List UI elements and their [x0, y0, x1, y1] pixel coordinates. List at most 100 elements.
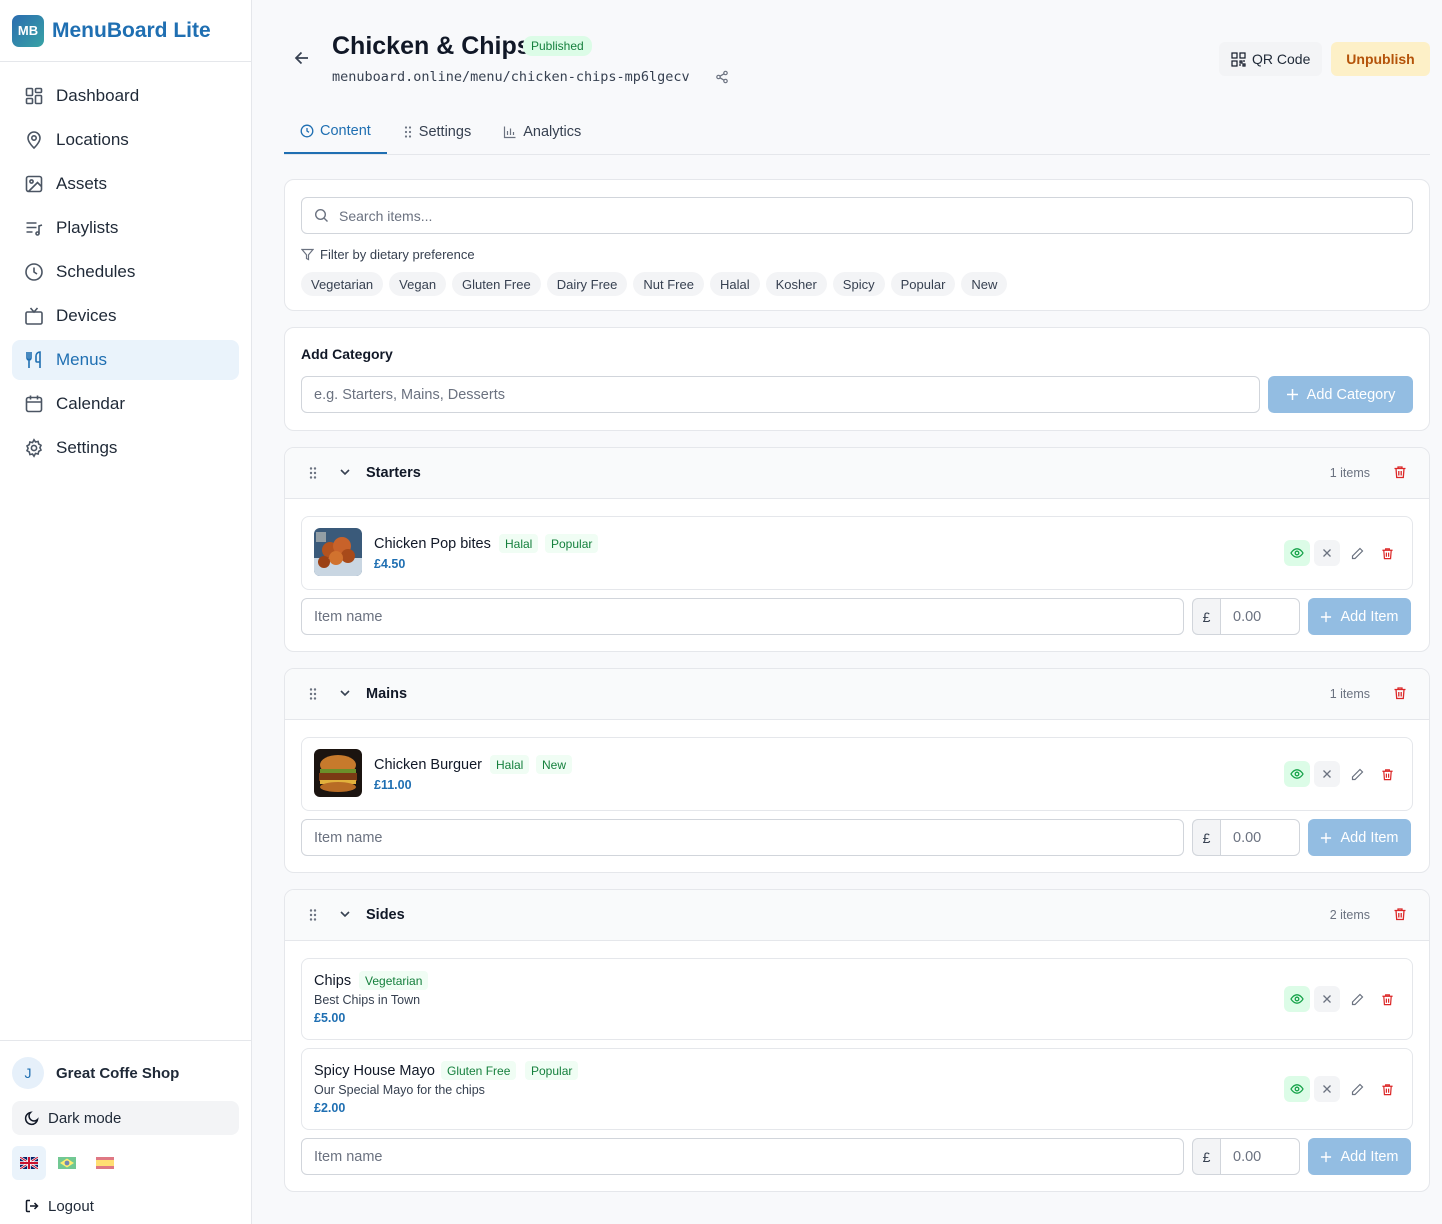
item-tag-gluten-free: Gluten Free	[441, 1061, 517, 1080]
sidebar: MB MenuBoard Lite Dashboard Locations As…	[0, 0, 252, 1224]
eye-icon[interactable]	[1284, 761, 1310, 787]
sidebar-item-schedules[interactable]: Schedules	[12, 252, 239, 292]
trash-icon[interactable]	[1374, 1076, 1400, 1102]
flag-brazil-button[interactable]	[50, 1146, 84, 1180]
filter-chip-spicy[interactable]: Spicy	[832, 272, 885, 296]
search-input[interactable]	[339, 207, 1339, 224]
add-category-button[interactable]: Add Category	[1268, 376, 1413, 413]
qr-code-label: QR Code	[1252, 51, 1311, 67]
filter-chip-vegan[interactable]: Vegan	[389, 272, 447, 296]
filter-chip-kosher[interactable]: Kosher	[765, 272, 827, 296]
sidebar-item-dashboard[interactable]: Dashboard	[12, 76, 239, 116]
add-item-button[interactable]: Add Item	[1308, 598, 1411, 635]
tab-content[interactable]: Content	[284, 110, 387, 154]
close-icon[interactable]	[1314, 761, 1340, 787]
share-icon[interactable]	[715, 70, 729, 84]
category-count: 1 items	[1329, 687, 1370, 701]
drag-handle-icon[interactable]	[308, 687, 318, 701]
tab-label: Settings	[418, 124, 472, 140]
item-name: Spicy House Mayo	[314, 1063, 435, 1079]
pencil-icon[interactable]	[1344, 986, 1370, 1012]
add-item-button[interactable]: Add Item	[1308, 819, 1411, 856]
item-tag-halal: Halal	[490, 755, 530, 774]
tab-bar: Content Settings Analytics	[284, 110, 1430, 155]
item-price: £5.00	[314, 1011, 346, 1025]
gear-icon	[24, 438, 44, 458]
filter-chip-popular[interactable]: Popular	[890, 272, 956, 296]
item-price: £11.00	[374, 778, 412, 792]
item-price-input[interactable]	[1220, 819, 1300, 856]
unpublish-button[interactable]: Unpublish	[1331, 42, 1430, 76]
main-content: Chicken & Chips Published menuboard.onli…	[284, 0, 1430, 1192]
trash-icon[interactable]	[1374, 761, 1400, 787]
tab-analytics[interactable]: Analytics	[487, 110, 597, 154]
menu-item[interactable]: Spicy House Mayo Gluten Free Popular Our…	[301, 1048, 1413, 1130]
eye-icon[interactable]	[1284, 1076, 1310, 1102]
item-price-input[interactable]	[1220, 598, 1300, 635]
flag-uk-button[interactable]	[12, 1146, 46, 1180]
sidebar-item-assets[interactable]: Assets	[12, 164, 239, 204]
eye-icon[interactable]	[1284, 540, 1310, 566]
filter-chip-halal[interactable]: Halal	[709, 272, 760, 296]
category-header: Starters 1 items	[285, 448, 1429, 499]
eye-icon[interactable]	[1284, 986, 1310, 1012]
add-item-button[interactable]: Add Item	[1308, 1138, 1411, 1175]
menu-item[interactable]: Chips Vegetarian Best Chips in Town £5.0…	[301, 958, 1413, 1040]
logout-button[interactable]: Logout	[12, 1191, 239, 1221]
item-price-input[interactable]	[1220, 1138, 1300, 1175]
playlist-icon	[24, 218, 44, 238]
sidebar-item-menus[interactable]: Menus	[12, 340, 239, 380]
item-name-input[interactable]	[301, 819, 1184, 856]
trash-icon[interactable]	[1374, 986, 1400, 1012]
category-count: 1 items	[1329, 466, 1370, 480]
delete-category-icon[interactable]	[1393, 907, 1407, 921]
close-icon[interactable]	[1314, 986, 1340, 1012]
category-name: Starters	[366, 465, 421, 481]
drag-handle-icon[interactable]	[308, 908, 318, 922]
add-item-label: Add Item	[1340, 608, 1399, 625]
sidebar-item-locations[interactable]: Locations	[12, 120, 239, 160]
filter-chip-dairy-free[interactable]: Dairy Free	[546, 272, 628, 296]
user-profile[interactable]: J Great Coffe Shop	[12, 1057, 239, 1089]
item-price: £2.00	[314, 1101, 346, 1115]
moon-icon	[24, 1110, 48, 1126]
category-name-input[interactable]	[301, 376, 1260, 413]
sidebar-item-calendar[interactable]: Calendar	[12, 384, 239, 424]
add-item-row: £ Add Item	[301, 819, 1411, 856]
flag-spain-button[interactable]	[88, 1146, 122, 1180]
pencil-icon[interactable]	[1344, 761, 1370, 787]
chevron-down-icon[interactable]	[339, 466, 351, 478]
chevron-down-icon[interactable]	[339, 908, 351, 920]
item-name-input[interactable]	[301, 1138, 1184, 1175]
language-switcher	[12, 1145, 239, 1181]
menu-item[interactable]: Chicken Burguer Halal New £11.00	[301, 737, 1413, 811]
delete-category-icon[interactable]	[1393, 686, 1407, 700]
back-arrow-icon[interactable]	[292, 48, 312, 68]
filter-chip-new[interactable]: New	[961, 272, 1008, 296]
drag-handle-icon[interactable]	[308, 466, 318, 480]
menu-item[interactable]: Chicken Pop bites Halal Popular £4.50	[301, 516, 1413, 590]
sidebar-item-label: Playlists	[56, 218, 119, 237]
item-tag-popular: Popular	[545, 534, 599, 553]
sidebar-item-label: Dashboard	[56, 86, 140, 105]
sidebar-item-devices[interactable]: Devices	[12, 296, 239, 336]
qr-code-button[interactable]: QR Code	[1219, 42, 1323, 76]
item-tag-new: New	[536, 755, 573, 774]
filter-chip-nut-free[interactable]: Nut Free	[633, 272, 704, 296]
delete-category-icon[interactable]	[1393, 465, 1407, 479]
menu-url[interactable]: menuboard.online/menu/chicken-chips-mp6l…	[332, 69, 690, 85]
dark-mode-toggle[interactable]: Dark mode	[12, 1101, 239, 1135]
filter-chip-gluten-free[interactable]: Gluten Free	[452, 272, 541, 296]
filter-chip-vegetarian[interactable]: Vegetarian	[301, 272, 384, 296]
chevron-down-icon[interactable]	[339, 687, 351, 699]
sidebar-item-playlists[interactable]: Playlists	[12, 208, 239, 248]
pencil-icon[interactable]	[1344, 1076, 1370, 1102]
pencil-icon[interactable]	[1344, 540, 1370, 566]
close-icon[interactable]	[1314, 540, 1340, 566]
trash-icon[interactable]	[1374, 540, 1400, 566]
item-name-input[interactable]	[301, 598, 1184, 635]
sidebar-item-settings[interactable]: Settings	[12, 428, 239, 468]
brand[interactable]: MB MenuBoard Lite	[0, 0, 251, 62]
tab-settings[interactable]: Settings	[387, 110, 487, 154]
close-icon[interactable]	[1314, 1076, 1340, 1102]
